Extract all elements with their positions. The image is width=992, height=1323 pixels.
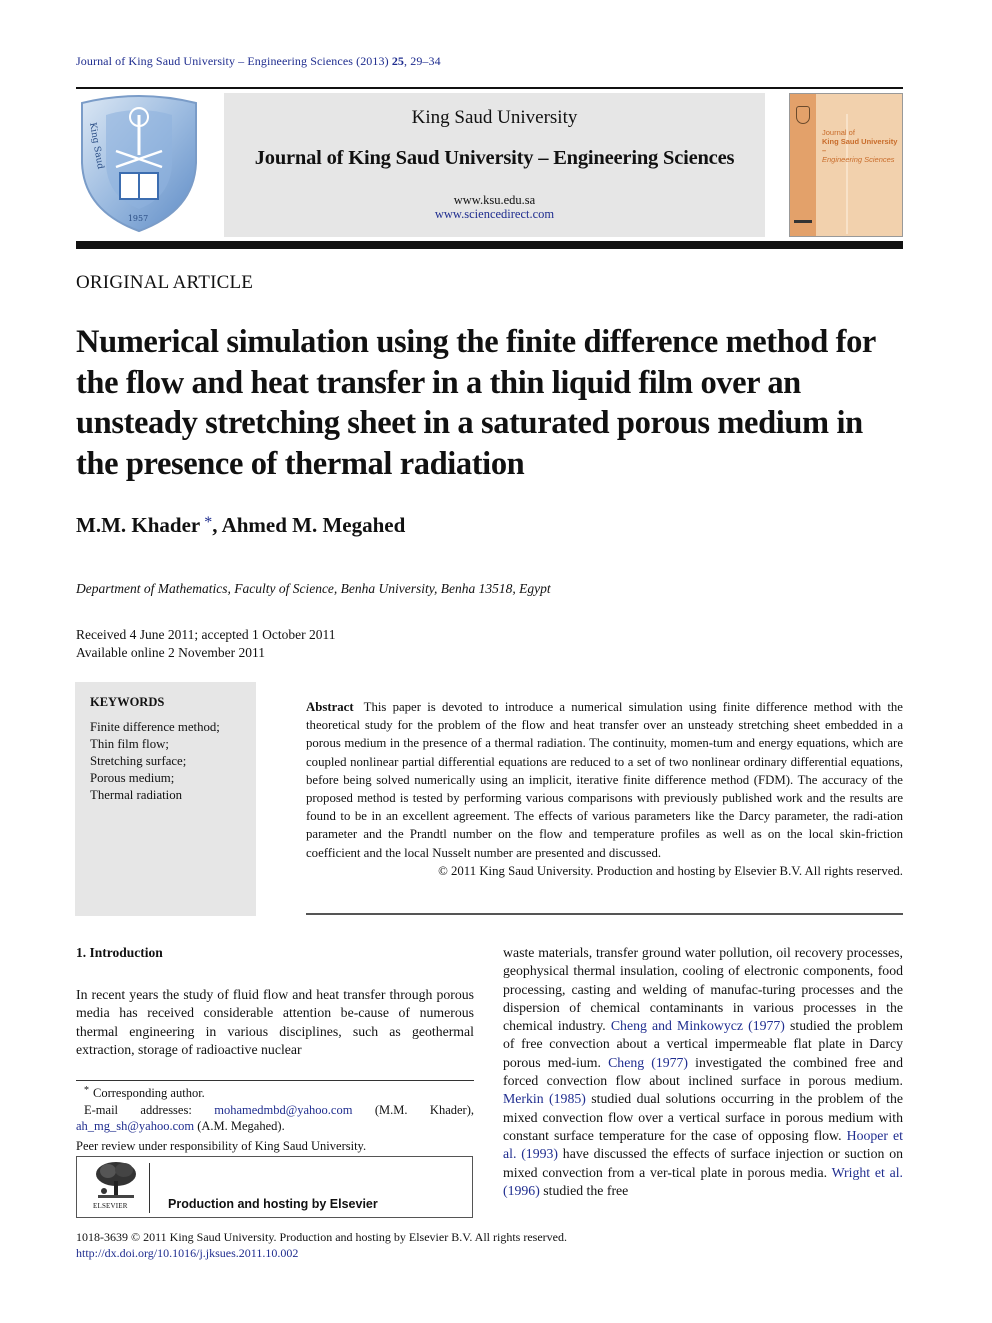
email-owner: (A.M. Megahed). [194, 1119, 285, 1133]
article-title: Numerical simulation using the finite di… [76, 324, 876, 482]
email-label: E-mail addresses: [84, 1102, 215, 1117]
article-type: ORIGINAL ARTICLE [76, 272, 254, 293]
affiliation: Department of Mathematics, Faculty of Sc… [76, 581, 551, 596]
email-link-khader[interactable]: mohamedmbd@yahoo.com [214, 1103, 352, 1117]
abstract: Abstract This paper is devoted to introdu… [306, 698, 903, 880]
body-text: studied the free [539, 1182, 629, 1198]
citation-link[interactable]: Cheng and Minkowycz (1977) [611, 1018, 785, 1033]
abstract-copyright: © 2011 King Saud University. Production … [438, 863, 903, 878]
header-bottom-rule [76, 241, 903, 249]
ksu-crest-icon: King Saud 1957 [81, 95, 197, 233]
keyword-item: Thermal radiation [90, 788, 183, 802]
author-megahed: , Ahmed M. Megahed [212, 513, 406, 537]
keyword-item: Thin film flow; [90, 737, 169, 751]
cover-crest-icon [796, 106, 810, 124]
received-date: Received 4 June 2011; accepted 1 October… [76, 627, 336, 642]
elsevier-separator [149, 1163, 150, 1213]
cover-barcode [794, 220, 812, 223]
citation-link[interactable]: Merkin (1985) [503, 1091, 586, 1106]
keyword-item: Stretching surface; [90, 754, 187, 768]
abstract-rule [306, 913, 903, 915]
svg-text:1957: 1957 [128, 214, 148, 223]
online-date: Available online 2 November 2011 [76, 645, 265, 660]
cover-title-line1: Journal of [822, 128, 855, 137]
corresponding-note: * Corresponding author. [76, 1083, 474, 1102]
abstract-text: This paper is devoted to introduce a num… [306, 700, 903, 860]
abstract-label: Abstract [306, 700, 354, 714]
header-top-rule [76, 87, 903, 89]
page-footer: 1018-3639 © 2011 King Saud University. P… [76, 1229, 567, 1261]
journal-banner: King Saud University Journal of King Sau… [224, 93, 765, 237]
journal-citation[interactable]: Journal of King Saud University – Engine… [76, 54, 441, 69]
footnote-rule [76, 1080, 474, 1081]
sciencedirect-link[interactable]: www.sciencedirect.com [224, 207, 765, 222]
keyword-item: Porous medium; [90, 771, 175, 785]
journal-name: Journal of King Saud University – Engine… [254, 147, 735, 169]
university-name: King Saud University [411, 107, 578, 128]
intro-left-column: In recent years the study of fluid flow … [76, 987, 474, 1057]
cover-title: Journal of King Saud University – Engine… [822, 128, 902, 164]
keyword-item: Finite difference method; [90, 720, 220, 734]
intro-right-column: waste materials, transfer ground water p… [503, 944, 903, 1200]
abstract-body: Abstract This paper is devoted to introdu… [306, 698, 903, 862]
corresponding-label: Corresponding author. [93, 1086, 205, 1100]
keywords-box: KEYWORDS Finite difference method; Thin … [75, 682, 256, 916]
cover-title-line2: King Saud University – [822, 137, 898, 155]
keywords-heading: KEYWORDS [90, 695, 165, 709]
peer-review-note: Peer review under responsibility of King… [76, 1138, 367, 1153]
production-hosting-label: Production and hosting by Elsevier [168, 1197, 378, 1211]
elsevier-logo-text: ELSEVIER [93, 1202, 128, 1210]
journal-pages: , 29–34 [404, 54, 441, 68]
issn-copyright: 1018-3639 © 2011 King Saud University. P… [76, 1230, 567, 1244]
footnotes: * Corresponding author. E-mail addresses:… [76, 1083, 474, 1154]
author-list: M.M. Khader *, Ahmed M. Megahed [76, 513, 405, 538]
ksu-url[interactable]: www.ksu.edu.sa [224, 193, 765, 208]
article-dates: Received 4 June 2011; accepted 1 October… [76, 626, 336, 662]
doi-link[interactable]: http://dx.doi.org/10.1016/j.jksues.2011.… [76, 1246, 298, 1260]
journal-volume: 25 [391, 54, 405, 68]
elsevier-box: ELSEVIER Production and hosting by Elsev… [76, 1156, 473, 1218]
footnote-star: * [84, 1085, 89, 1096]
journal-header: King Saud 1957 King Saud University Jour… [76, 91, 903, 239]
cover-title-line3: Engineering Sciences [822, 155, 895, 164]
author-khader: M.M. Khader [76, 513, 201, 537]
citation-link[interactable]: Cheng (1977) [608, 1055, 688, 1070]
elsevier-tree-icon [96, 1162, 136, 1198]
email-owner: (M.M. Khader), [352, 1102, 474, 1117]
journal-citation-text: Journal of King Saud University – Engine… [76, 54, 392, 68]
email-link-megahed[interactable]: ah_mg_sh@yahoo.com [76, 1119, 194, 1133]
journal-cover-thumbnail: Journal of King Saud University – Engine… [789, 93, 903, 237]
email-line: E-mail addresses: mohamedmbd@yahoo.com (… [76, 1102, 474, 1119]
email-line-2: ah_mg_sh@yahoo.com (A.M. Megahed). [76, 1118, 474, 1135]
section-heading-introduction: 1. Introduction [76, 945, 163, 960]
